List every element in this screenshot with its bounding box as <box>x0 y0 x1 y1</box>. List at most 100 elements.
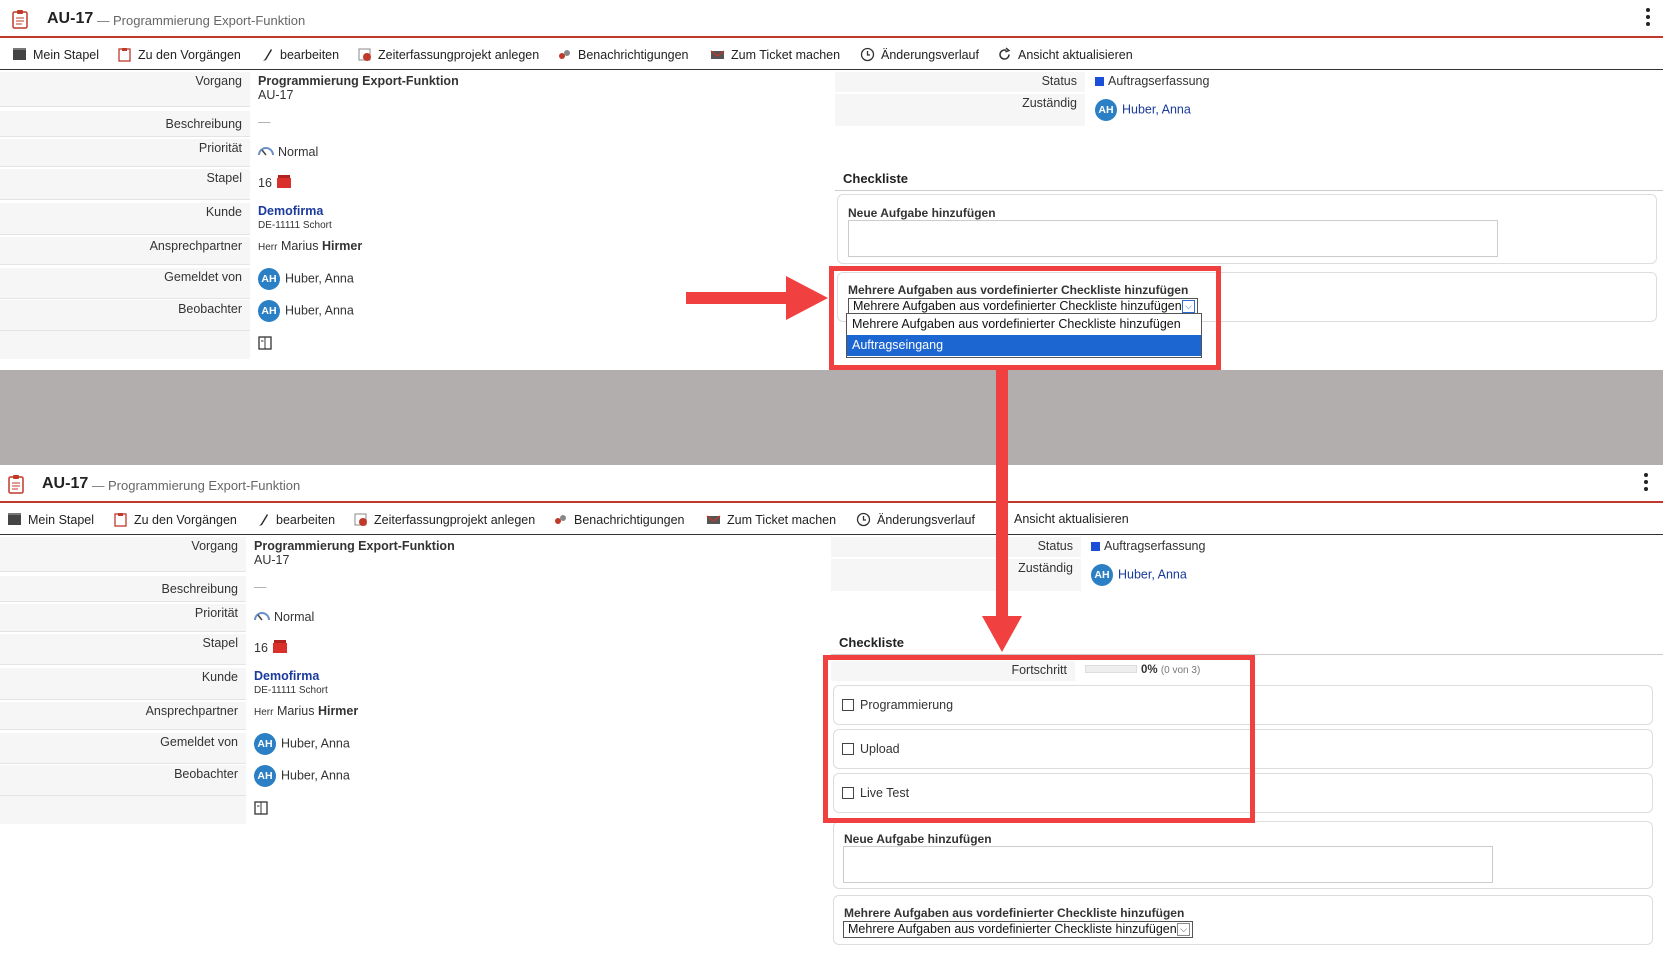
stapel-count: 16 <box>254 641 268 655</box>
zustaendig-value[interactable]: AH Huber, Anna <box>1095 99 1191 121</box>
prioritaet-label: Priorität <box>0 139 250 166</box>
ansprech-first: Marius <box>280 239 319 253</box>
pencil-icon <box>263 49 272 61</box>
toolbar-aenderungsverlauf-button[interactable]: Änderungsverlauf <box>860 47 979 62</box>
time-project-icon <box>358 48 371 61</box>
kunde-link[interactable]: Demofirma <box>254 669 319 683</box>
stack-icon <box>13 48 26 60</box>
zustaendig-name: Huber, Anna <box>1122 102 1191 117</box>
status-label: Status <box>835 72 1085 92</box>
prioritaet-label: Priorität <box>0 604 246 631</box>
toolbar-mein-stapel-button[interactable]: Mein Stapel <box>12 47 99 62</box>
clipboard-icon <box>118 48 131 62</box>
ansprechpartner-value[interactable]: Herr Marius Hirmer <box>258 239 362 253</box>
status-value: Auftragserfassung <box>1091 539 1205 553</box>
empty-label <box>0 331 250 359</box>
priority-icon <box>254 612 270 621</box>
toolbar-benachrichtigungen-button[interactable]: Benachrichtigungen <box>557 47 689 62</box>
clock-icon <box>856 512 871 527</box>
toolbar-label: Zu den Vorgängen <box>138 47 241 62</box>
toolbar-label: Ansicht aktualisieren <box>1014 512 1129 526</box>
vorgang-label: Vorgang <box>0 537 246 571</box>
toolbar-zeiterfassung-button[interactable]: Zeiterfassungprojekt anlegen <box>357 47 539 62</box>
vorgang-label: Vorgang <box>0 72 250 106</box>
toolbar-ansicht-aktualisieren-button[interactable]: Ansicht aktualisieren <box>997 47 1133 62</box>
vorgang-key: AU-17 <box>258 88 294 102</box>
new-task-box: Neue Aufgabe hinzufügen <box>837 194 1657 264</box>
clipboard-icon <box>12 10 28 29</box>
ansprechpartner-label: Ansprechpartner <box>0 702 246 729</box>
prioritaet-text: Normal <box>278 145 319 159</box>
kunde-label: Kunde <box>0 203 250 234</box>
beschreibung-label: Beschreibung <box>0 111 250 136</box>
stack-icon[interactable] <box>277 174 292 188</box>
checklist-select[interactable]: Mehrere Aufgaben aus vordefinierter Chec… <box>843 921 1193 938</box>
kunde-link[interactable]: Demofirma <box>258 204 323 218</box>
gemeldet-label: Gemeldet von <box>0 733 246 763</box>
stapel-label: Stapel <box>0 169 250 199</box>
ansprechpartner-value[interactable]: Herr Marius Hirmer <box>254 704 358 718</box>
status-text: Auftragserfassung <box>1108 74 1210 88</box>
gemeldet-value[interactable]: AH Huber, Anna <box>258 268 354 290</box>
gemeldet-value[interactable]: AH Huber, Anna <box>254 733 350 755</box>
toolbar-label: Änderungsverlauf <box>881 47 979 62</box>
action-toolbar: Mein Stapel Zu den Vorgängen bearbeiten … <box>0 40 1663 70</box>
empty-label <box>0 796 246 824</box>
new-task-label: Neue Aufgabe hinzufügen <box>844 832 992 846</box>
beobachter-name: Huber, Anna <box>285 303 354 318</box>
beobachter-value[interactable]: AH Huber, Anna <box>254 765 350 787</box>
more-menu-icon[interactable] <box>1645 8 1651 28</box>
stapel-value: 16 <box>254 639 288 655</box>
checklist-heading: Checkliste <box>839 635 905 650</box>
kunde-label: Kunde <box>0 668 246 699</box>
refresh-icon <box>999 47 1011 60</box>
prioritaet-value: Normal <box>258 145 318 159</box>
status-square-icon <box>1091 542 1100 551</box>
title-separator: — <box>97 14 110 28</box>
beschreibung-value: — <box>254 580 267 594</box>
multi-task-box: Mehrere Aufgaben aus vordefinierter Chec… <box>833 895 1653 945</box>
toolbar-label: Zeiterfassungprojekt anlegen <box>378 47 540 62</box>
toolbar-label: Änderungsverlauf <box>877 512 975 527</box>
beobachter-value[interactable]: AH Huber, Anna <box>258 300 354 322</box>
vorgang-title: Programmierung Export-Funktion <box>258 74 459 88</box>
toolbar-aenderungsverlauf-button[interactable]: Änderungsverlauf <box>856 512 975 527</box>
zustaendig-label: Zuständig <box>835 94 1085 126</box>
zustaendig-name: Huber, Anna <box>1118 567 1187 582</box>
highlight-box-tasks <box>823 655 1255 823</box>
ansprech-last: Hirmer <box>321 239 363 253</box>
ansprech-last: Hirmer <box>317 704 359 718</box>
new-task-input[interactable] <box>848 220 1498 257</box>
zustaendig-label: Zuständig <box>831 559 1081 591</box>
toolbar-vorgaenge-button[interactable]: Zu den Vorgängen <box>117 47 241 62</box>
prioritaet-value: Normal <box>254 610 314 624</box>
book-icon[interactable] <box>258 336 272 350</box>
vorgang-key: AU-17 <box>254 553 290 567</box>
toolbar-ticket-button[interactable]: Zum Ticket machen <box>710 47 840 62</box>
clock-icon <box>860 47 875 62</box>
priority-icon <box>258 147 274 156</box>
toolbar-label: Benachrichtigungen <box>578 47 689 62</box>
more-menu-icon[interactable] <box>1643 473 1649 493</box>
stapel-value: 16 <box>258 174 292 190</box>
ansprech-salutation: Herr <box>254 707 274 718</box>
new-task-box: Neue Aufgabe hinzufügen <box>833 821 1653 889</box>
new-task-label: Neue Aufgabe hinzufügen <box>848 206 996 220</box>
toolbar-bearbeiten-button[interactable]: bearbeiten <box>259 47 339 62</box>
beobachter-label: Beobachter <box>0 300 250 330</box>
envelope-icon <box>710 50 725 59</box>
book-icon[interactable] <box>254 801 268 815</box>
ticket-title: Programmierung Export-Funktion <box>113 13 306 28</box>
field-table: Vorgang Programmierung Export-Funktion A… <box>0 465 836 957</box>
title-bar: AU-17 — Programmierung Export-Funktion <box>0 0 1663 38</box>
status-label: Status <box>831 537 1081 557</box>
select-value: Mehrere Aufgaben aus vordefinierter Chec… <box>848 922 1177 936</box>
kunde-address: DE-11111 Schort <box>258 220 332 231</box>
vorgang-title: Programmierung Export-Funktion <box>254 539 455 553</box>
chevron-down-icon: ⌵ <box>1177 923 1190 936</box>
new-task-input[interactable] <box>843 846 1493 883</box>
toolbar-ansicht-aktualisieren-button[interactable]: Ansicht aktualisieren <box>1014 512 1129 526</box>
zustaendig-value[interactable]: AH Huber, Anna <box>1091 564 1187 586</box>
ansprech-first: Marius <box>276 704 315 718</box>
stack-icon[interactable] <box>273 639 288 653</box>
